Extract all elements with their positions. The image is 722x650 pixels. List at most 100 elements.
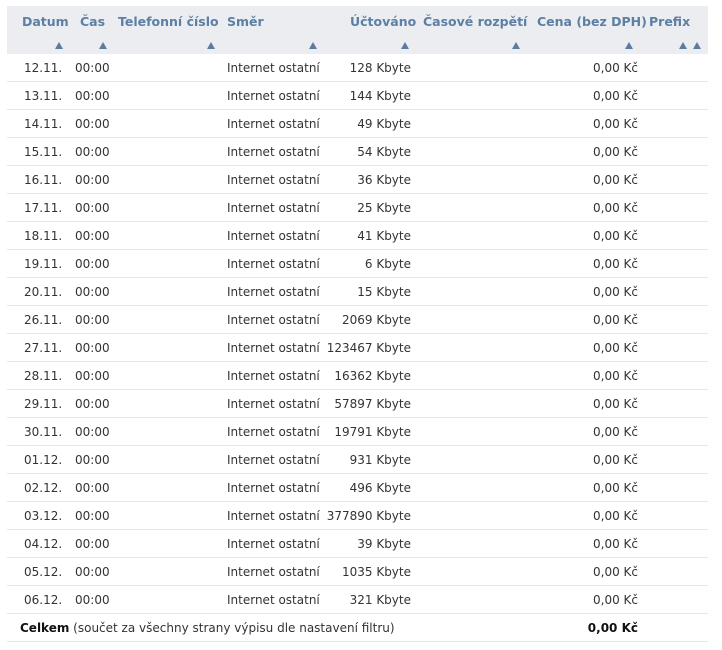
cell-time: 00:00 bbox=[75, 481, 110, 495]
table-row: 15.11. 00:00 Internet ostatní 54 Kbyte 0… bbox=[7, 138, 708, 166]
column-header-cena[interactable]: Cena (bez DPH) bbox=[537, 14, 647, 29]
cell-charged: 123467 Kbyte bbox=[326, 341, 411, 355]
cell-charged: 36 Kbyte bbox=[357, 173, 411, 187]
cell-direction: Internet ostatní bbox=[227, 593, 320, 607]
cell-time: 00:00 bbox=[75, 117, 110, 131]
table-row: 14.11. 00:00 Internet ostatní 49 Kbyte 0… bbox=[7, 110, 708, 138]
cell-price: 0,00 Kč bbox=[593, 173, 638, 187]
cell-time: 00:00 bbox=[75, 61, 110, 75]
cell-price: 0,00 Kč bbox=[593, 61, 638, 75]
cell-date: 12.11. bbox=[24, 61, 63, 75]
cell-charged: 144 Kbyte bbox=[349, 89, 411, 103]
cell-charged: 49 Kbyte bbox=[357, 117, 411, 131]
sort-uctovano-icon[interactable] bbox=[401, 42, 409, 49]
cell-date: 29.11. bbox=[24, 397, 63, 411]
cell-charged: 377890 Kbyte bbox=[326, 509, 411, 523]
table-row: 26.11. 00:00 Internet ostatní 2069 Kbyte… bbox=[7, 306, 708, 334]
sort-cas-icon[interactable] bbox=[99, 42, 107, 49]
cell-time: 00:00 bbox=[75, 453, 110, 467]
cell-charged: 16362 Kbyte bbox=[334, 369, 411, 383]
cell-direction: Internet ostatní bbox=[227, 425, 320, 439]
sort-cena-icon[interactable] bbox=[625, 42, 633, 49]
cell-date: 03.12. bbox=[24, 509, 63, 523]
cell-charged: 6 Kbyte bbox=[364, 257, 411, 271]
cell-time: 00:00 bbox=[75, 341, 110, 355]
cell-price: 0,00 Kč bbox=[593, 425, 638, 439]
cell-date: 02.12. bbox=[24, 481, 63, 495]
cell-price: 0,00 Kč bbox=[593, 565, 638, 579]
table-row: 27.11. 00:00 Internet ostatní 123467 Kby… bbox=[7, 334, 708, 362]
cell-time: 00:00 bbox=[75, 257, 110, 271]
cell-time: 00:00 bbox=[75, 537, 110, 551]
table-row: 03.12. 00:00 Internet ostatní 377890 Kby… bbox=[7, 502, 708, 530]
column-header-uctovano[interactable]: Účtováno bbox=[350, 14, 416, 29]
cell-charged: 1035 Kbyte bbox=[341, 565, 411, 579]
cell-date: 13.11. bbox=[24, 89, 63, 103]
table-row: 18.11. 00:00 Internet ostatní 41 Kbyte 0… bbox=[7, 222, 708, 250]
cell-price: 0,00 Kč bbox=[593, 313, 638, 327]
cell-date: 19.11. bbox=[24, 257, 63, 271]
column-header-smer[interactable]: Směr bbox=[227, 14, 264, 29]
cell-date: 17.11. bbox=[24, 201, 63, 215]
call-detail-table: Datum Čas Telefonní číslo Směr Účtováno … bbox=[0, 0, 722, 650]
cell-charged: 15 Kbyte bbox=[357, 285, 411, 299]
cell-direction: Internet ostatní bbox=[227, 509, 320, 523]
sort-prefix-icon[interactable] bbox=[679, 42, 687, 49]
cell-price: 0,00 Kč bbox=[593, 369, 638, 383]
table-row: 29.11. 00:00 Internet ostatní 57897 Kbyt… bbox=[7, 390, 708, 418]
cell-time: 00:00 bbox=[75, 565, 110, 579]
table-row: 02.12. 00:00 Internet ostatní 496 Kbyte … bbox=[7, 474, 708, 502]
cell-price: 0,00 Kč bbox=[593, 481, 638, 495]
cell-price: 0,00 Kč bbox=[593, 89, 638, 103]
cell-charged: 19791 Kbyte bbox=[334, 425, 411, 439]
sort-extra-icon[interactable] bbox=[693, 42, 701, 49]
table-row: 05.12. 00:00 Internet ostatní 1035 Kbyte… bbox=[7, 558, 708, 586]
cell-time: 00:00 bbox=[75, 313, 110, 327]
cell-direction: Internet ostatní bbox=[227, 369, 320, 383]
cell-price: 0,00 Kč bbox=[593, 117, 638, 131]
table-row: 13.11. 00:00 Internet ostatní 144 Kbyte … bbox=[7, 82, 708, 110]
column-header-datum[interactable]: Datum bbox=[22, 14, 69, 29]
sort-smer-icon[interactable] bbox=[309, 42, 317, 49]
sort-casove-rozpeti-icon[interactable] bbox=[512, 42, 520, 49]
sort-datum-icon[interactable] bbox=[55, 42, 63, 49]
cell-direction: Internet ostatní bbox=[227, 341, 320, 355]
cell-direction: Internet ostatní bbox=[227, 285, 320, 299]
table-row: 04.12. 00:00 Internet ostatní 39 Kbyte 0… bbox=[7, 530, 708, 558]
cell-direction: Internet ostatní bbox=[227, 229, 320, 243]
cell-charged: 39 Kbyte bbox=[357, 537, 411, 551]
footer-total-price: 0,00 Kč bbox=[587, 621, 638, 635]
column-header-telefonni-cislo[interactable]: Telefonní číslo bbox=[118, 14, 219, 29]
column-header-cas[interactable]: Čas bbox=[80, 14, 105, 29]
cell-date: 30.11. bbox=[24, 425, 63, 439]
cell-time: 00:00 bbox=[75, 89, 110, 103]
cell-date: 18.11. bbox=[24, 229, 63, 243]
cell-time: 00:00 bbox=[75, 201, 110, 215]
cell-time: 00:00 bbox=[75, 593, 110, 607]
cell-direction: Internet ostatní bbox=[227, 397, 320, 411]
cell-charged: 25 Kbyte bbox=[357, 201, 411, 215]
cell-date: 04.12. bbox=[24, 537, 63, 551]
cell-direction: Internet ostatní bbox=[227, 481, 320, 495]
cell-direction: Internet ostatní bbox=[227, 201, 320, 215]
cell-date: 15.11. bbox=[24, 145, 63, 159]
cell-time: 00:00 bbox=[75, 173, 110, 187]
cell-charged: 54 Kbyte bbox=[357, 145, 411, 159]
cell-date: 05.12. bbox=[24, 565, 63, 579]
cell-direction: Internet ostatní bbox=[227, 145, 320, 159]
cell-direction: Internet ostatní bbox=[227, 61, 320, 75]
cell-price: 0,00 Kč bbox=[593, 285, 638, 299]
table-row: 06.12. 00:00 Internet ostatní 321 Kbyte … bbox=[7, 586, 708, 614]
column-header-casove-rozpeti[interactable]: Časové rozpětí bbox=[423, 14, 527, 29]
cell-price: 0,00 Kč bbox=[593, 341, 638, 355]
column-header-prefix[interactable]: Prefix bbox=[649, 14, 690, 29]
cell-time: 00:00 bbox=[75, 509, 110, 523]
cell-time: 00:00 bbox=[75, 425, 110, 439]
sort-telefonni-cislo-icon[interactable] bbox=[207, 42, 215, 49]
table-body: 12.11. 00:00 Internet ostatní 128 Kbyte … bbox=[7, 54, 708, 642]
cell-date: 20.11. bbox=[24, 285, 63, 299]
footer-label-bold: Celkem bbox=[20, 621, 70, 635]
cell-time: 00:00 bbox=[75, 397, 110, 411]
cell-price: 0,00 Kč bbox=[593, 145, 638, 159]
cell-price: 0,00 Kč bbox=[593, 257, 638, 271]
